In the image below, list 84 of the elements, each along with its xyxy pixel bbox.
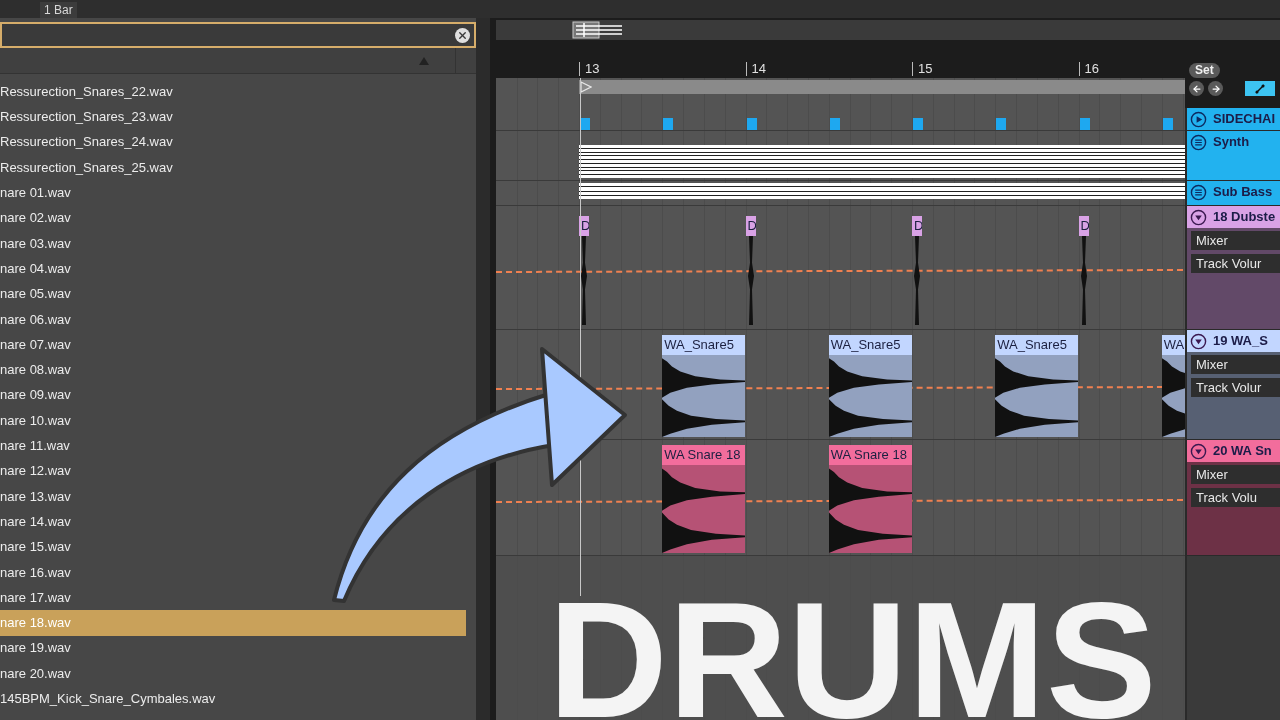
file-item[interactable]: nare 10.wav: [0, 407, 71, 434]
audio-clip[interactable]: D: [912, 216, 922, 325]
file-item[interactable]: nare 05.wav: [0, 281, 71, 307]
clip-name: WA_Snare5: [828, 335, 912, 355]
file-item[interactable]: nare 20.wav: [0, 660, 71, 687]
overview-strip[interactable]: [496, 20, 1280, 40]
title-overlay: DRUMS: [548, 577, 1157, 720]
start-marker-icon[interactable]: [580, 81, 592, 93]
track-name: 20 WA Sn: [1213, 442, 1272, 461]
list-icon[interactable]: [1190, 183, 1207, 201]
clip-name: D: [745, 216, 756, 236]
clip-name: WA_Snare5: [662, 335, 746, 355]
file-item[interactable]: Ressurection_Snares_24.wav: [0, 129, 173, 155]
bar-number: 14: [745, 62, 766, 76]
file-item[interactable]: Ressurection_Snares_25.wav: [0, 154, 173, 181]
audio-clip[interactable]: WA_Snare5: [995, 335, 1079, 437]
bar-number: 15: [912, 62, 933, 76]
file-item[interactable]: nare 08.wav: [0, 357, 71, 383]
parameter-chooser[interactable]: Track Volur: [1191, 378, 1280, 397]
automation-button[interactable]: [1245, 81, 1275, 96]
clip-name: D: [912, 216, 922, 236]
device-chooser[interactable]: Mixer: [1191, 231, 1280, 250]
overview-thumbnail-icon[interactable]: [572, 21, 624, 39]
bar-number: 13: [579, 62, 600, 76]
track-name: 19 WA_S: [1213, 332, 1268, 351]
arrow-right-icon: [1210, 83, 1221, 94]
parameter-chooser[interactable]: Track Volur: [1191, 254, 1280, 273]
fold-icon[interactable]: [1190, 332, 1207, 350]
audio-clip[interactable]: D: [745, 216, 756, 325]
clear-icon[interactable]: [455, 27, 470, 43]
file-item[interactable]: nare 07.wav: [0, 331, 71, 358]
quantize-chooser[interactable]: 1 Bar: [40, 2, 77, 18]
file-item[interactable]: nare 14.wav: [0, 509, 71, 535]
track-name: Sub Bass: [1213, 183, 1273, 202]
track-header[interactable]: Sub Bass: [1185, 181, 1280, 206]
parameter-chooser[interactable]: Track Volu: [1191, 488, 1280, 507]
clip-name: D: [1078, 216, 1089, 236]
track-header[interactable]: Synth: [1185, 131, 1280, 181]
track-header[interactable]: SIDECHAI: [1185, 108, 1280, 131]
clip-name: WA Snare 18: [662, 445, 746, 465]
device-chooser[interactable]: Mixer: [1191, 465, 1280, 484]
file-item[interactable]: nare 04.wav: [0, 256, 71, 282]
next-button[interactable]: [1208, 81, 1223, 96]
file-item[interactable]: Ressurection_Snares_23.wav: [0, 104, 173, 130]
file-item[interactable]: nare 02.wav: [0, 205, 71, 231]
track-name: 18 Dubste: [1213, 208, 1276, 227]
file-item[interactable]: nare 17.wav: [0, 584, 71, 611]
fold-icon[interactable]: [1190, 442, 1207, 460]
file-item[interactable]: 145BPM_Kick_Snare_Cymbales.wav: [0, 686, 216, 712]
track-name: SIDECHAI: [1213, 110, 1276, 129]
list-icon[interactable]: [1190, 133, 1207, 151]
file-item[interactable]: nare 12.wav: [0, 458, 71, 484]
file-item[interactable]: Ressurection_Snares_22.wav: [0, 79, 173, 105]
device-chooser[interactable]: Mixer: [1191, 355, 1280, 374]
audio-clip[interactable]: WA Snare 18: [662, 445, 746, 553]
audio-clip[interactable]: WA_Snare5: [828, 335, 912, 437]
set-button[interactable]: Set: [1189, 63, 1220, 78]
file-item[interactable]: nare 16.wav: [0, 559, 71, 585]
file-item[interactable]: nare 03.wav: [0, 230, 71, 257]
clip-name: WA_Snare5: [995, 335, 1079, 355]
clip-name: WA Snare 18: [828, 445, 912, 465]
arrow-left-icon: [1191, 83, 1202, 94]
file-item[interactable]: nare 11.wav: [0, 433, 70, 459]
track-header[interactable]: 19 WA_S Mixer Track Volur: [1185, 330, 1280, 440]
file-item[interactable]: nare 06.wav: [0, 306, 71, 332]
fold-icon[interactable]: [1190, 208, 1207, 226]
automation-icon: [1255, 83, 1265, 94]
audio-clip[interactable]: D: [1078, 216, 1089, 325]
track-header[interactable]: 20 WA Sn Mixer Track Volu: [1185, 440, 1280, 556]
audio-clip[interactable]: WA_Snare5: [662, 335, 746, 437]
track-header[interactable]: 18 Dubste Mixer Track Volur: [1185, 206, 1280, 330]
file-item[interactable]: nare 19.wav: [0, 635, 71, 661]
audio-clip[interactable]: WA Snare 18: [828, 445, 912, 553]
track-name: Synth: [1213, 133, 1250, 152]
file-item[interactable]: nare 13.wav: [0, 483, 71, 510]
search-field[interactable]: [0, 22, 476, 48]
clip-name: WA: [1161, 335, 1185, 355]
play-icon[interactable]: [1190, 110, 1207, 128]
file-item[interactable]: nare 09.wav: [0, 382, 71, 408]
bar-number: 16: [1078, 62, 1099, 76]
file-item[interactable]: nare 15.wav: [0, 534, 71, 560]
previous-button[interactable]: [1189, 81, 1204, 96]
audio-clip[interactable]: WA: [1161, 335, 1185, 437]
file-item[interactable]: nare 01.wav: [0, 180, 71, 206]
